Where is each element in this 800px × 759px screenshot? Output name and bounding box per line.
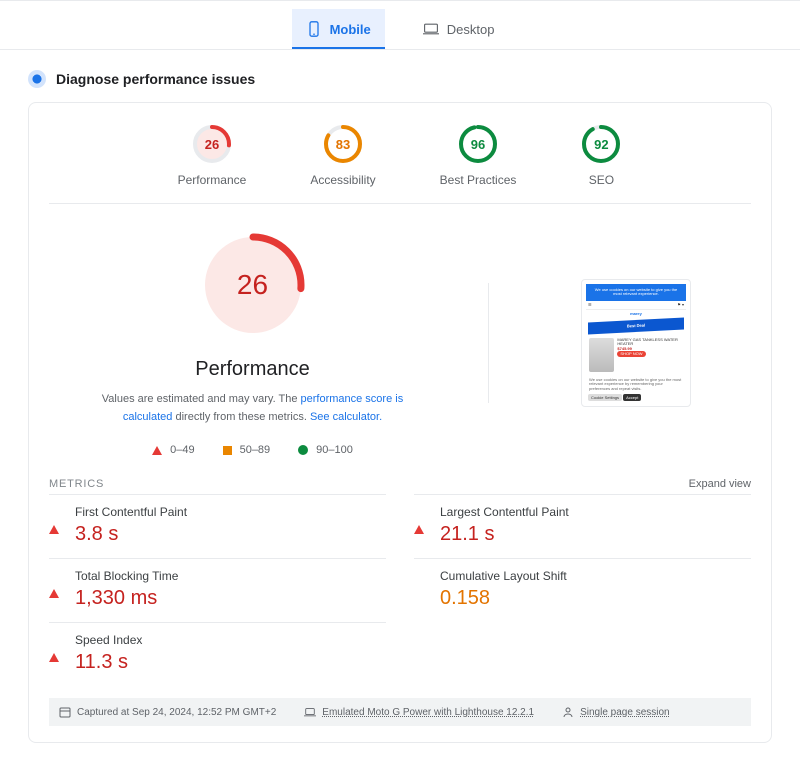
gauge-performance[interactable]: 26 Performance [178, 123, 247, 187]
gauge-best-practices[interactable]: 96 Best Practices [440, 123, 517, 187]
desc-text-1: Values are estimated and may vary. The [102, 393, 301, 405]
gauge-ring-accessibility: 83 [322, 123, 364, 165]
vertical-divider [488, 283, 489, 403]
desktop-icon [423, 21, 439, 37]
circle-green-icon [298, 445, 308, 455]
square-orange-icon [223, 446, 232, 455]
metric-lcp[interactable]: Largest Contentful Paint 21.1 s [414, 494, 751, 558]
metric-name: Total Blocking Time [75, 569, 178, 583]
metric-name: Cumulative Layout Shift [440, 569, 567, 583]
gauge-score-performance: 26 [191, 123, 233, 165]
metric-value: 21.1 s [440, 523, 569, 546]
big-gauge-score: 26 [198, 230, 308, 340]
metric-name: Speed Index [75, 633, 142, 647]
report-card: 26 Performance 83 Accessibility 96 Best … [28, 102, 772, 743]
performance-description: Values are estimated and may vary. The p… [83, 391, 423, 426]
laptop-icon [304, 706, 316, 718]
gauge-accessibility[interactable]: 83 Accessibility [310, 123, 375, 187]
metric-value: 3.8 s [75, 523, 187, 546]
legend-low: 0–49 [152, 444, 194, 456]
metrics-label: METRICS [49, 478, 104, 490]
metric-value: 11.3 s [75, 651, 142, 674]
score-legend: 0–49 50–89 90–100 [152, 444, 353, 456]
triangle-red-icon [49, 636, 59, 662]
metric-value: 0.158 [440, 587, 567, 610]
metric-cls[interactable]: Cumulative Layout Shift 0.158 [414, 558, 751, 622]
legend-mid: 50–89 [223, 444, 271, 456]
expand-view-toggle[interactable]: Expand view [689, 478, 751, 490]
gauge-score-best-practices: 96 [457, 123, 499, 165]
gauge-label-accessibility: Accessibility [310, 173, 375, 187]
gauge-ring-best-practices: 96 [457, 123, 499, 165]
legend-high: 90–100 [298, 444, 353, 456]
gauge-score-seo: 92 [580, 123, 622, 165]
gauge-score-accessibility: 83 [322, 123, 364, 165]
session-icon [562, 706, 574, 718]
calculator-link[interactable]: See calculator. [310, 411, 382, 423]
gauge-seo[interactable]: 92 SEO [580, 123, 622, 187]
metrics-header: METRICS Expand view [49, 478, 751, 490]
gauge-label-seo: SEO [589, 173, 614, 187]
page-screenshot-thumbnail[interactable]: We use cookies on our website to give yo… [581, 279, 691, 408]
triangle-red-icon [49, 508, 59, 534]
metric-si[interactable]: Speed Index 11.3 s [49, 622, 386, 686]
big-gauge: 26 [198, 230, 308, 340]
metric-name: Largest Contentful Paint [440, 505, 569, 519]
gauge-ring-seo: 92 [580, 123, 622, 165]
tab-mobile-label: Mobile [330, 22, 371, 37]
metrics-grid: First Contentful Paint 3.8 s Largest Con… [49, 494, 751, 686]
triangle-red-icon [152, 446, 162, 455]
gauge-row: 26 Performance 83 Accessibility 96 Best … [49, 119, 751, 204]
performance-title: Performance [195, 358, 310, 381]
gauge-ring-performance: 26 [191, 123, 233, 165]
tab-desktop-label: Desktop [447, 22, 495, 37]
gauge-label-performance: Performance [178, 173, 247, 187]
section-bullet-icon [28, 70, 46, 88]
metric-fcp[interactable]: First Contentful Paint 3.8 s [49, 494, 386, 558]
footer-session[interactable]: Single page session [562, 706, 670, 718]
section-title: Diagnose performance issues [28, 70, 772, 88]
mobile-icon [306, 21, 322, 37]
desc-text-2: directly from these metrics. [172, 411, 310, 423]
device-tabs: Mobile Desktop [0, 0, 800, 50]
triangle-red-icon [49, 572, 59, 598]
triangle-red-icon [414, 508, 424, 534]
report-footer: Captured at Sep 24, 2024, 12:52 PM GMT+2… [49, 698, 751, 726]
calendar-icon [59, 706, 71, 718]
gauge-label-best-practices: Best Practices [440, 173, 517, 187]
tab-mobile[interactable]: Mobile [292, 9, 385, 49]
performance-detail: 26 Performance Values are estimated and … [49, 204, 751, 456]
footer-captured: Captured at Sep 24, 2024, 12:52 PM GMT+2 [59, 706, 276, 718]
metric-name: First Contentful Paint [75, 505, 187, 519]
metric-tbt[interactable]: Total Blocking Time 1,330 ms [49, 558, 386, 622]
footer-device[interactable]: Emulated Moto G Power with Lighthouse 12… [304, 706, 534, 718]
tab-desktop[interactable]: Desktop [409, 9, 509, 49]
section-title-text: Diagnose performance issues [56, 71, 255, 87]
metric-value: 1,330 ms [75, 587, 178, 610]
